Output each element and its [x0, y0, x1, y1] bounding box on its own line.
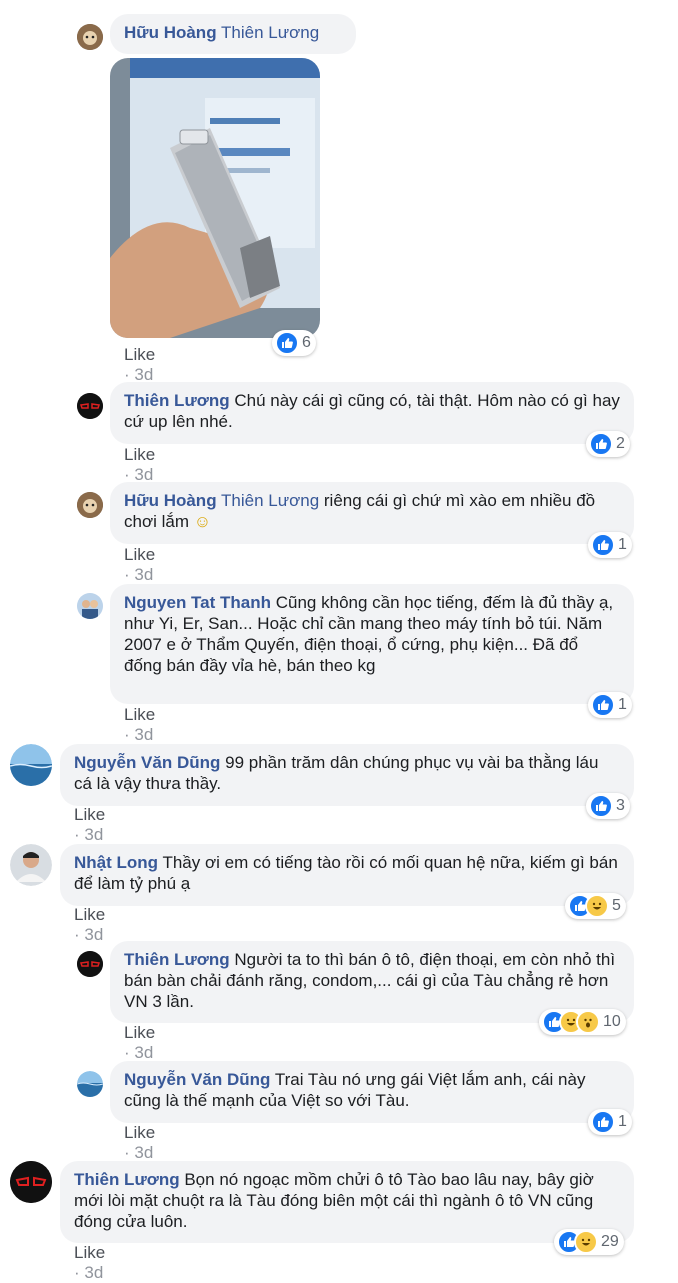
reaction-summary[interactable]: 1 — [588, 532, 632, 558]
reaction-count: 6 — [302, 334, 311, 351]
reaction-summary[interactable]: 29 — [554, 1229, 624, 1255]
comment-photo[interactable] — [110, 58, 320, 338]
comment-author[interactable]: Thiên Lương — [124, 950, 230, 969]
reaction-count: 1 — [618, 536, 627, 553]
comment-actions: Like · 3d — [124, 705, 156, 744]
comment-actions: Like · 3d — [124, 345, 156, 384]
comment-author[interactable]: Nhật Long — [74, 853, 158, 872]
monkey-avatar[interactable] — [77, 24, 103, 50]
comment-time[interactable]: 3d — [134, 565, 153, 584]
like-link[interactable]: Like — [124, 445, 155, 464]
reaction-summary[interactable]: 3 — [586, 793, 630, 819]
person-avatar[interactable] — [10, 844, 52, 886]
comment-bubble: Nguyễn Văn Dũng Trai Tàu nó ưng gái Việt… — [110, 1061, 634, 1123]
like-link[interactable]: Like — [74, 805, 105, 824]
comment-actions: Like · 3d — [74, 905, 106, 944]
red-glasses-avatar[interactable] — [10, 1161, 52, 1203]
smile-emoji-icon: ☺ — [193, 512, 212, 531]
comment-mention[interactable]: Thiên Lương — [221, 491, 319, 510]
reaction-count: 1 — [618, 1113, 627, 1130]
comment-bubble: Hữu Hoàng Thiên Lương — [110, 14, 356, 54]
comment-bubble: Nguyen Tat Thanh Cũng không cần học tiến… — [110, 584, 634, 704]
comment-mention[interactable]: Thiên Lương — [221, 23, 319, 42]
comment-author[interactable]: Hữu Hoàng — [124, 23, 217, 42]
reaction-count: 5 — [612, 897, 621, 914]
monkey-avatar[interactable] — [77, 492, 103, 518]
like-icon — [275, 331, 299, 355]
haha-icon — [585, 894, 609, 918]
comment-author[interactable]: Thiên Lương — [74, 1170, 180, 1189]
comment-bubble: Nguyễn Văn Dũng 99 phần trăm dân chúng p… — [60, 744, 634, 806]
comment-author[interactable]: Nguyễn Văn Dũng — [124, 1070, 270, 1089]
comment-author[interactable]: Thiên Lương — [124, 391, 230, 410]
comment-actions: Like · 3d — [74, 1243, 106, 1282]
comment-time[interactable]: 3d — [134, 725, 153, 744]
comment-bubble: Thiên Lương Chú này cái gì cũng có, tài … — [110, 382, 634, 444]
like-link[interactable]: Like — [74, 905, 105, 924]
comment-time[interactable]: 3d — [134, 1143, 153, 1162]
comment-bubble: Nhật Long Thầy ơi em có tiếng tào rồi có… — [60, 844, 634, 906]
red-glasses-avatar[interactable] — [77, 393, 103, 419]
like-icon — [591, 693, 615, 717]
comment-time[interactable]: 3d — [84, 825, 103, 844]
comment-author[interactable]: Hữu Hoàng — [124, 491, 217, 510]
ocean-avatar[interactable] — [77, 1071, 103, 1097]
comment-author[interactable]: Nguyen Tat Thanh — [124, 593, 271, 612]
comment-actions: Like · 3d — [124, 545, 156, 584]
comment-time[interactable]: 3d — [84, 1263, 103, 1282]
like-link[interactable]: Like — [124, 345, 155, 364]
reaction-summary[interactable]: 6 — [272, 330, 316, 356]
haha-icon — [574, 1230, 598, 1254]
reaction-count: 3 — [616, 797, 625, 814]
reaction-summary[interactable]: 1 — [588, 1109, 632, 1135]
like-link[interactable]: Like — [124, 545, 155, 564]
comment-bubble: Thiên Lương Bọn nó ngoạc mồm chửi ô tô T… — [60, 1161, 634, 1243]
reaction-count: 2 — [616, 435, 625, 452]
red-glasses-avatar[interactable] — [77, 951, 103, 977]
reaction-summary[interactable]: 2 — [586, 431, 630, 457]
comment-time[interactable]: 3d — [134, 1043, 153, 1062]
reaction-summary[interactable]: 10 — [539, 1009, 626, 1035]
ocean-avatar[interactable] — [10, 744, 52, 786]
like-link[interactable]: Like — [124, 1123, 155, 1142]
like-link[interactable]: Like — [124, 705, 155, 724]
like-icon — [589, 432, 613, 456]
comment-actions: Like · 3d — [124, 1123, 156, 1162]
comment-time[interactable]: 3d — [84, 925, 103, 944]
like-icon — [589, 794, 613, 818]
reaction-count: 1 — [618, 696, 627, 713]
like-link[interactable]: Like — [74, 1243, 105, 1262]
like-icon — [591, 1110, 615, 1134]
reaction-summary[interactable]: 1 — [588, 692, 632, 718]
comment-author[interactable]: Nguyễn Văn Dũng — [74, 753, 220, 772]
wow-icon — [576, 1010, 600, 1034]
like-icon — [591, 533, 615, 557]
comment-actions: Like · 3d — [124, 1023, 156, 1062]
reaction-count: 29 — [601, 1233, 619, 1250]
people-avatar[interactable] — [77, 593, 103, 619]
comment-bubble: Hữu Hoàng Thiên Lương riêng cái gì chứ m… — [110, 482, 634, 544]
comment-actions: Like · 3d — [74, 805, 106, 844]
reaction-summary[interactable]: 5 — [565, 893, 626, 919]
reaction-count: 10 — [603, 1013, 621, 1030]
like-link[interactable]: Like — [124, 1023, 155, 1042]
comment-actions: Like · 3d — [124, 445, 156, 484]
